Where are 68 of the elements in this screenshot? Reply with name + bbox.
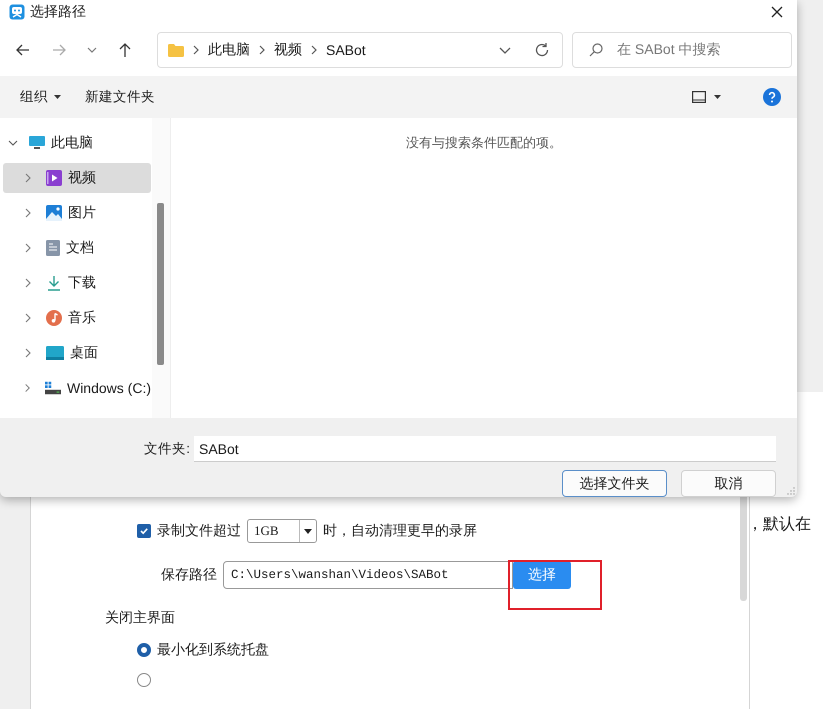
help-icon[interactable]: [763, 88, 781, 106]
setting-text: 时，自动清理更早的录屏: [323, 522, 477, 540]
resize-grip-icon[interactable]: [787, 487, 795, 495]
size-dropdown[interactable]: 1GB: [247, 519, 317, 543]
chevron-down-icon[interactable]: [87, 47, 97, 53]
checkbox[interactable]: [137, 524, 151, 538]
tree-item[interactable]: Windows (C:): [3, 373, 151, 403]
chevron-down-icon[interactable]: [8, 138, 18, 148]
path-field[interactable]: C:\Users\wanshan\Videos\SABot: [223, 561, 513, 589]
radio-button[interactable]: [137, 643, 151, 657]
chevron-right-icon: [259, 45, 265, 55]
empty-message: 没有与搜索条件匹配的项。: [406, 134, 562, 152]
chevron-down-icon[interactable]: [499, 46, 511, 54]
field-label: 文件夹:: [144, 440, 190, 458]
desktop-icon: [46, 346, 64, 360]
scrollbar-thumb[interactable]: [157, 203, 164, 365]
chevron-right-icon: [23, 313, 33, 323]
document-icon: [46, 240, 60, 256]
radio-button[interactable]: [137, 673, 151, 687]
back-icon[interactable]: [15, 42, 31, 58]
chevron-right-icon: [23, 208, 33, 218]
refresh-icon[interactable]: [534, 42, 550, 58]
folder-icon: [168, 44, 184, 56]
chevron-right-icon: [23, 348, 33, 358]
chevron-right-icon: [311, 45, 317, 55]
tree-item[interactable]: 桌面: [3, 338, 151, 368]
tree-item[interactable]: 音乐: [3, 303, 151, 333]
caret-icon: [304, 528, 312, 534]
breadcrumb-item[interactable]: 视频: [274, 41, 302, 59]
checkmark-icon: [139, 526, 149, 536]
address-bar[interactable]: 此电脑 视频 SABot: [157, 32, 563, 68]
video-icon: [46, 170, 62, 186]
organize-button[interactable]: 组织: [12, 84, 69, 110]
caret-icon[interactable]: [714, 95, 721, 99]
search-icon: [589, 43, 603, 57]
breadcrumb-item[interactable]: 此电脑: [208, 41, 250, 59]
chevron-right-icon: [23, 383, 32, 393]
cancel-button[interactable]: 取消: [681, 470, 776, 497]
folder-name-field[interactable]: SABot: [194, 436, 776, 462]
chevron-right-icon: [23, 173, 33, 183]
section-title: 关闭主界面: [105, 609, 176, 627]
tree-item[interactable]: 下载: [3, 268, 151, 298]
radio-label: 最小化到系统托盘: [157, 641, 269, 659]
drive-icon: [44, 381, 61, 395]
select-folder-button[interactable]: 选择文件夹: [562, 470, 667, 497]
app-icon: [9, 4, 25, 20]
music-icon: [46, 310, 62, 326]
download-icon: [46, 275, 62, 291]
breadcrumb-item[interactable]: SABot: [326, 42, 366, 58]
view-icon[interactable]: [692, 91, 706, 103]
tree-item[interactable]: 视频: [3, 163, 151, 193]
new-folder-button[interactable]: 新建文件夹: [77, 84, 163, 110]
up-icon[interactable]: [117, 42, 133, 58]
chevron-right-icon: [23, 278, 33, 288]
search-field[interactable]: 在 SABot 中搜索: [572, 32, 792, 68]
tree-item[interactable]: 图片: [3, 198, 151, 228]
caret-icon: [54, 95, 61, 99]
description-text: ，默认在: [747, 515, 811, 535]
tree-item[interactable]: 文档: [3, 233, 151, 263]
monitor-icon: [29, 136, 45, 150]
chevron-right-icon: [23, 243, 33, 253]
checkbox-label: 录制文件超过: [157, 522, 241, 540]
close-icon[interactable]: [771, 6, 783, 18]
chevron-right-icon: [193, 45, 199, 55]
tree-item[interactable]: 此电脑: [51, 134, 93, 152]
window-title: 选择路径: [30, 3, 86, 21]
image-icon: [46, 205, 62, 221]
field-label: 保存路径: [161, 566, 217, 584]
